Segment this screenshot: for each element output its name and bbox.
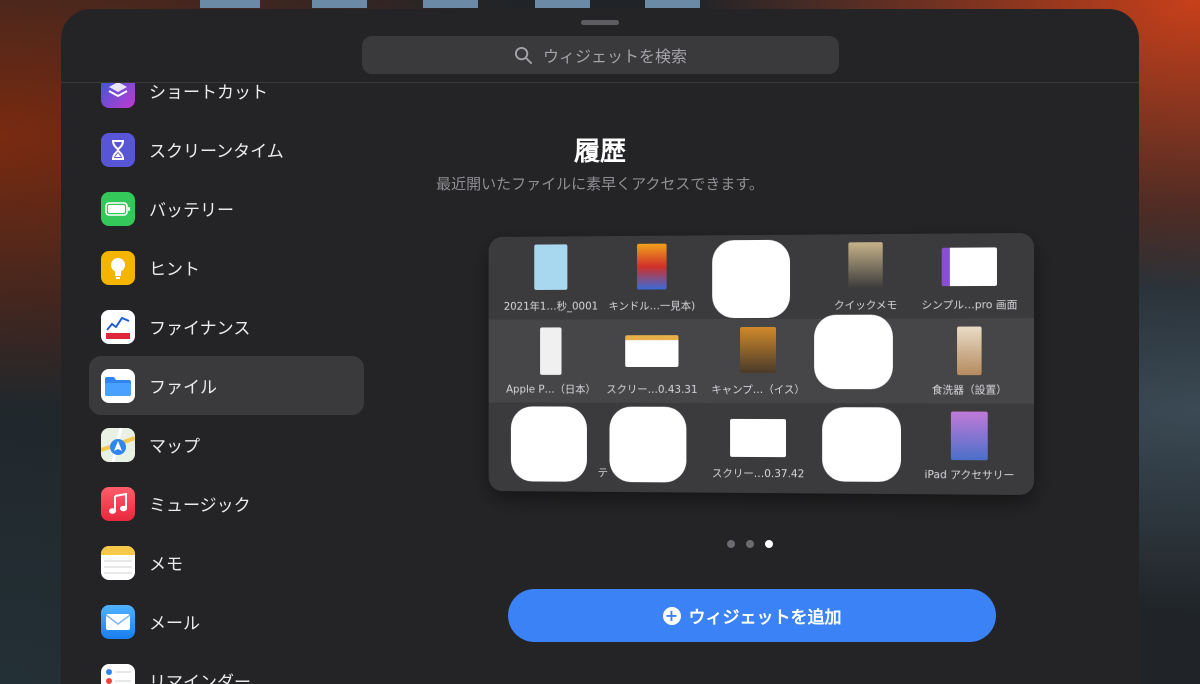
page-dot[interactable] bbox=[746, 540, 754, 548]
recent-files-widget-preview[interactable]: 2021年1…秒_0001 キンドル…一見本) クイックメモ シンプル…pro … bbox=[488, 232, 1035, 496]
file-thumbnail bbox=[625, 335, 679, 367]
wallpaper-widget-edge bbox=[535, 0, 590, 8]
plus-circle-icon: + bbox=[662, 606, 681, 625]
widget-title: 履歴 bbox=[573, 137, 626, 167]
file-thumbnail bbox=[637, 243, 667, 290]
search-field[interactable]: ウィジェットを検索 bbox=[362, 36, 839, 74]
redaction-mark bbox=[609, 406, 687, 483]
file-thumbnail bbox=[540, 327, 562, 375]
map-icon bbox=[101, 427, 135, 462]
file-item-redacted[interactable] bbox=[810, 314, 921, 404]
search-placeholder: ウィジェットを検索 bbox=[542, 47, 687, 66]
envelope-icon bbox=[101, 604, 135, 639]
sheet-grabber[interactable] bbox=[581, 20, 619, 25]
file-item-redacted[interactable] bbox=[497, 402, 604, 485]
reminders-icon bbox=[101, 663, 135, 684]
yahoo-finance-icon bbox=[101, 309, 135, 344]
file-thumbnail bbox=[730, 418, 787, 458]
sidebar-item-label: ファイル bbox=[149, 378, 217, 398]
file-item[interactable]: キャンプ…（イス） bbox=[703, 319, 813, 403]
shortcuts-icon bbox=[101, 83, 135, 108]
file-item-redacted[interactable] bbox=[810, 403, 921, 488]
sidebar-item-mail[interactable]: メール bbox=[89, 592, 364, 651]
file-name: スクリー…0.37.42 bbox=[711, 467, 805, 481]
file-name: シンプル…pro 画面 bbox=[921, 299, 1018, 312]
sidebar-item-label: ファイナンス bbox=[149, 319, 251, 339]
sidebar-item-label: メール bbox=[149, 614, 200, 634]
page-dot-active[interactable] bbox=[765, 540, 773, 548]
add-widget-button[interactable]: + ウィジェットを追加 bbox=[508, 589, 996, 642]
search-icon bbox=[514, 46, 533, 64]
wallpaper-widget-edge bbox=[312, 0, 367, 8]
lightbulb-icon bbox=[101, 250, 135, 285]
file-item[interactable]: 食洗器（設置） bbox=[913, 318, 1026, 403]
sidebar-item-label: メモ bbox=[149, 555, 183, 575]
file-thumbnail bbox=[957, 326, 982, 376]
file-name: スクリー…0.43.31 bbox=[606, 383, 698, 396]
sidebar-item-label: マップ bbox=[149, 437, 200, 457]
file-name: 食洗器（設置） bbox=[931, 384, 1007, 397]
file-item[interactable]: スクリー…0.37.42 bbox=[703, 403, 813, 488]
redaction-mark bbox=[712, 239, 791, 319]
sidebar-item-maps[interactable]: マップ bbox=[89, 415, 364, 474]
file-item-redacted[interactable] bbox=[703, 235, 813, 320]
sidebar-item-shortcuts[interactable]: ショートカット bbox=[89, 83, 364, 120]
wallpaper-widget-edge bbox=[423, 0, 478, 8]
file-name: Apple P…（日本） bbox=[506, 383, 596, 396]
widget-gallery-sheet: ウィジェットを検索 ショートカット スクリーンタイム バッテリー ヒント ファイ… bbox=[61, 9, 1139, 684]
file-item[interactable]: スクリー…0.43.31 bbox=[598, 319, 707, 403]
sidebar-item-label: リマインダー bbox=[149, 673, 251, 684]
sidebar-item-tips[interactable]: ヒント bbox=[89, 238, 364, 297]
folder-icon bbox=[101, 368, 135, 403]
file-name: 2021年1…秒_0001 bbox=[503, 300, 599, 313]
sidebar-item-label: ヒント bbox=[149, 260, 200, 280]
wallpaper-widget-edge bbox=[200, 0, 260, 8]
sidebar-item-finance[interactable]: ファイナンス bbox=[89, 297, 364, 356]
page-dot[interactable] bbox=[727, 540, 735, 548]
file-item[interactable]: シンプル…pro 画面 bbox=[913, 233, 1026, 319]
file-item[interactable]: キンドル…一見本) bbox=[598, 235, 707, 319]
file-item[interactable]: 2021年1…秒_0001 bbox=[497, 236, 604, 320]
add-widget-label: ウィジェットを追加 bbox=[688, 608, 842, 628]
file-name: キャンプ…（イス） bbox=[711, 383, 806, 397]
notes-icon bbox=[101, 545, 135, 580]
file-item[interactable]: iPad アクセサリー bbox=[913, 403, 1026, 489]
file-thumbnail bbox=[848, 242, 883, 289]
preview-row: 2021年1…秒_0001 キンドル…一見本) クイックメモ シンプル…pro … bbox=[489, 233, 1034, 320]
page-indicator[interactable] bbox=[727, 540, 773, 548]
sidebar-item-reminders[interactable]: リマインダー bbox=[89, 651, 364, 684]
sidebar-item-notes[interactable]: メモ bbox=[89, 533, 364, 592]
file-thumbnail bbox=[950, 411, 988, 461]
file-thumbnail bbox=[740, 326, 776, 374]
redaction-mark bbox=[814, 314, 893, 390]
sidebar-item-files[interactable]: ファイル bbox=[89, 356, 364, 415]
redaction-mark bbox=[822, 407, 902, 482]
file-name: クイックメモ bbox=[833, 299, 898, 312]
file-thumbnail bbox=[941, 247, 997, 287]
music-note-icon bbox=[101, 486, 135, 521]
sidebar-item-music[interactable]: ミュージック bbox=[89, 474, 364, 533]
preview-row: Apple P…（日本） スクリー…0.43.31 キャンプ…（イス） 食洗器（… bbox=[488, 314, 1035, 404]
file-name: キンドル…一見本) bbox=[608, 300, 696, 313]
file-name: iPad アクセサリー bbox=[924, 469, 1015, 482]
sidebar-item-label: ミュージック bbox=[149, 496, 251, 516]
file-thumbnail bbox=[534, 244, 568, 290]
preview-row: テ スクリー…0.37.42 iPad アクセサリー bbox=[489, 402, 1034, 489]
file-item[interactable]: Apple P…（日本） bbox=[497, 319, 604, 402]
file-item-redacted[interactable]: テ bbox=[598, 403, 707, 487]
redaction-mark bbox=[510, 406, 587, 482]
battery-icon bbox=[101, 191, 135, 226]
widget-description: 最近開いたファイルに素早くアクセスできます。 bbox=[436, 175, 764, 193]
sidebar-item-label: バッテリー bbox=[149, 201, 234, 221]
sidebar-item-label: ショートカット bbox=[149, 83, 268, 103]
file-item[interactable]: クイックメモ bbox=[810, 234, 921, 319]
file-name: テ bbox=[597, 467, 609, 479]
wallpaper-widget-edge bbox=[645, 0, 700, 8]
